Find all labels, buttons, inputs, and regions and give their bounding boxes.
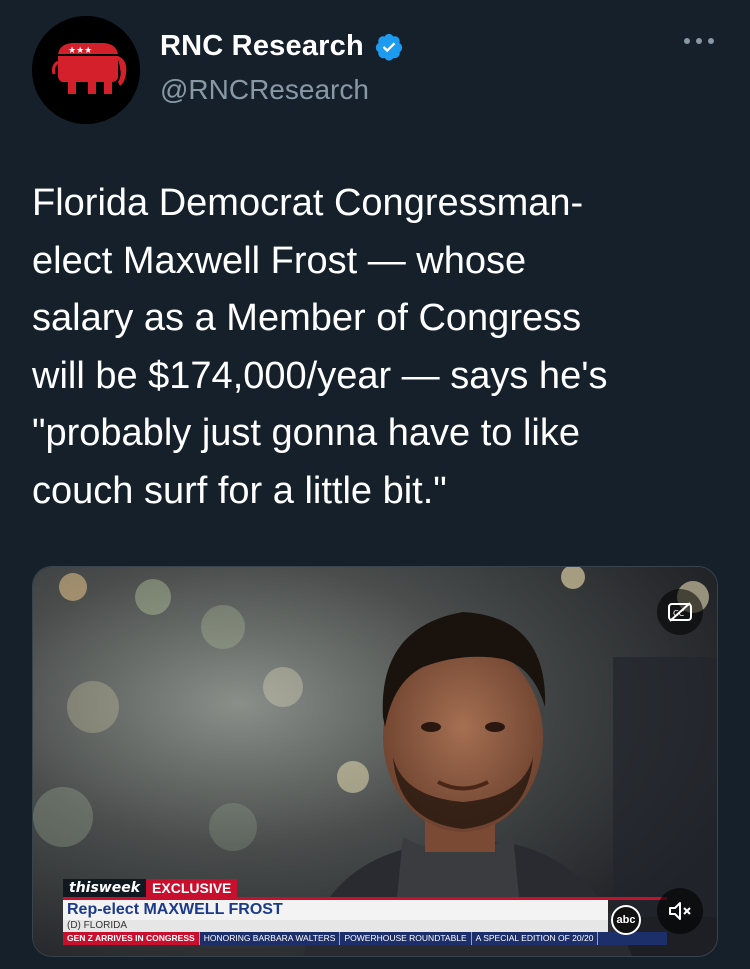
more-options-icon[interactable] [682, 34, 716, 48]
ticker-item: A SPECIAL EDITION OF 20/20 [472, 932, 599, 945]
lower-third-name: Rep-elect MAXWELL FROST [63, 900, 608, 920]
tweet-header: ★★★ RNC Research @RNCResearch [0, 0, 750, 140]
news-lower-third: thisweek EXCLUSIVE Rep-elect MAXWELL FRO… [63, 879, 667, 945]
news-ticker: GEN Z ARRIVES IN CONGRESS HONORING BARBA… [63, 932, 667, 945]
author-name-row[interactable]: RNC Research [160, 30, 404, 63]
captions-off-icon[interactable]: CC [657, 589, 703, 635]
lower-third-divider [63, 897, 667, 900]
lower-third-subtitle: (D) FLORIDA [63, 920, 608, 932]
svg-text:★★★: ★★★ [68, 46, 92, 56]
ticker-item: HONORING BARBARA WALTERS [200, 932, 341, 945]
display-name[interactable]: RNC Research [160, 30, 364, 63]
verified-badge-icon [375, 33, 402, 61]
abc-logo: abc [611, 905, 641, 935]
exclusive-tag: EXCLUSIVE [146, 879, 238, 897]
author-handle[interactable]: @RNCResearch [160, 74, 369, 106]
tweet-text: Florida Democrat Congressman- elect Maxw… [32, 182, 608, 512]
show-name: thisweek [63, 879, 147, 897]
muted-speaker-icon[interactable] [657, 888, 703, 934]
ticker-item: GEN Z ARRIVES IN CONGRESS [63, 932, 200, 945]
video-player[interactable]: CC thisweek EXCLUSIVE Rep-elect MAXWELL … [32, 566, 718, 957]
gop-elephant-icon: ★★★ [32, 16, 140, 124]
avatar[interactable]: ★★★ [32, 16, 140, 124]
ticker-item: POWERHOUSE ROUNDTABLE [340, 932, 472, 945]
